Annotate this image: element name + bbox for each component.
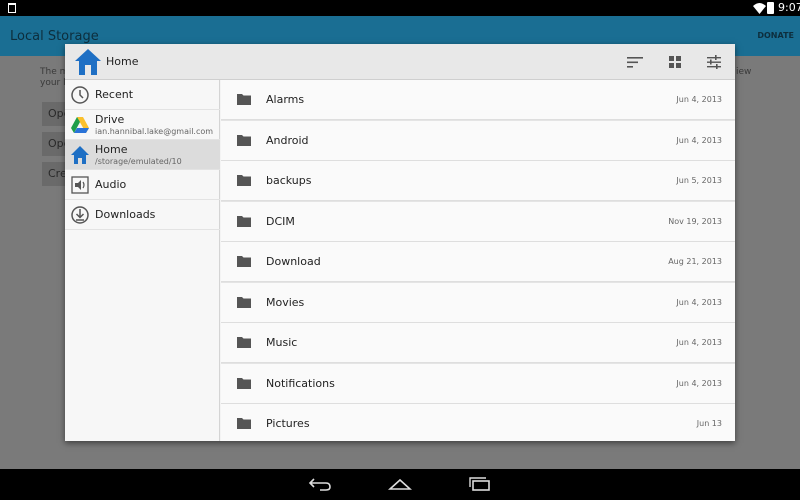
- sort-icon[interactable]: [626, 53, 644, 71]
- file-date: Jun 4, 2013: [676, 95, 722, 104]
- grid-view-icon[interactable]: [666, 53, 684, 71]
- file-name: DCIM: [266, 214, 295, 228]
- folder-icon: [237, 134, 251, 146]
- list-item[interactable]: Notifications Jun 4, 2013: [221, 363, 735, 404]
- folder-icon: [237, 337, 251, 348]
- file-name: Android: [266, 133, 309, 147]
- file-date: Jun 4, 2013: [676, 378, 722, 388]
- notification-icon: [8, 3, 16, 13]
- sidebar-item-label: Recent: [95, 88, 134, 101]
- folder-icon: [237, 175, 251, 186]
- background-text-line-2: your l: [40, 78, 66, 88]
- dialog-header: Home: [65, 44, 735, 80]
- folder-icon: [237, 296, 251, 308]
- home-nav-icon[interactable]: [388, 477, 412, 491]
- wifi-icon: [753, 3, 766, 14]
- file-name: Notifications: [266, 376, 335, 390]
- donate-button[interactable]: DONATE: [757, 31, 794, 40]
- home-icon[interactable]: [74, 48, 102, 76]
- background-text-right: iew: [736, 67, 752, 77]
- status-bar: 9:07: [0, 0, 800, 16]
- battery-icon: [767, 2, 774, 14]
- list-item[interactable]: Pictures Jun 13: [221, 404, 735, 441]
- file-name: Music: [266, 336, 298, 349]
- sidebar-item-label: Audio: [95, 178, 127, 191]
- file-date: Aug 21, 2013: [668, 257, 722, 266]
- list-item[interactable]: Music Jun 4, 2013: [221, 323, 735, 363]
- sidebar-item-drive[interactable]: Drive ian.hannibal.lake@gmail.com: [65, 110, 220, 140]
- sidebar-item-label: Drive: [95, 113, 125, 126]
- sidebar-item-recent[interactable]: Recent: [65, 80, 220, 110]
- clock-icon: [71, 86, 89, 104]
- file-list: Alarms Jun 4, 2013 Android Jun 4, 2013 b…: [221, 80, 735, 441]
- download-icon: [71, 206, 89, 224]
- folder-icon: [237, 94, 251, 105]
- dialog-title: Home: [106, 55, 139, 68]
- file-date: Jun 5, 2013: [676, 176, 722, 185]
- folder-icon: [237, 256, 251, 267]
- folder-icon: [237, 418, 251, 429]
- file-name: backups: [266, 174, 312, 187]
- app-title: Local Storage: [10, 29, 99, 44]
- roots-sidebar: Recent Drive ian.hannibal.lake@gmail.com…: [65, 80, 220, 441]
- list-item[interactable]: Alarms Jun 4, 2013: [221, 80, 735, 120]
- list-item[interactable]: Android Jun 4, 2013: [221, 120, 735, 161]
- navigation-bar: [0, 469, 800, 500]
- sidebar-item-account: ian.hannibal.lake@gmail.com: [95, 127, 214, 136]
- back-icon[interactable]: [308, 477, 332, 491]
- folder-icon: [237, 377, 251, 389]
- sidebar-item-path: /storage/emulated/10: [95, 157, 182, 166]
- sidebar-item-home[interactable]: Home /storage/emulated/10: [65, 140, 220, 170]
- sidebar-item-audio[interactable]: Audio: [65, 170, 220, 200]
- sidebar-item-downloads[interactable]: Downloads: [65, 200, 220, 230]
- home-icon: [71, 146, 89, 164]
- sidebar-item-label: Downloads: [95, 208, 156, 221]
- file-date: Jun 4, 2013: [676, 297, 722, 307]
- file-picker-dialog: Home Recent Drive ian.hannibal.lake@gmai…: [65, 44, 735, 441]
- list-item[interactable]: DCIM Nov 19, 2013: [221, 201, 735, 242]
- file-date: Jun 4, 2013: [676, 338, 722, 347]
- list-item[interactable]: Movies Jun 4, 2013: [221, 282, 735, 323]
- clock-time: 9:07: [778, 1, 800, 14]
- drive-icon: [71, 117, 89, 133]
- file-name: Pictures: [266, 417, 310, 430]
- file-date: Jun 4, 2013: [676, 135, 722, 145]
- list-item[interactable]: backups Jun 5, 2013: [221, 161, 735, 201]
- folder-icon: [237, 215, 251, 227]
- sidebar-item-label: Home: [95, 143, 128, 156]
- audio-icon: [71, 176, 89, 194]
- file-date: Nov 19, 2013: [668, 216, 722, 226]
- file-date: Jun 13: [696, 419, 722, 428]
- list-item[interactable]: Download Aug 21, 2013: [221, 242, 735, 282]
- file-name: Download: [266, 255, 321, 268]
- file-name: Alarms: [266, 93, 305, 106]
- settings-sliders-icon[interactable]: [705, 53, 723, 71]
- file-name: Movies: [266, 295, 305, 309]
- recents-icon[interactable]: [468, 477, 492, 491]
